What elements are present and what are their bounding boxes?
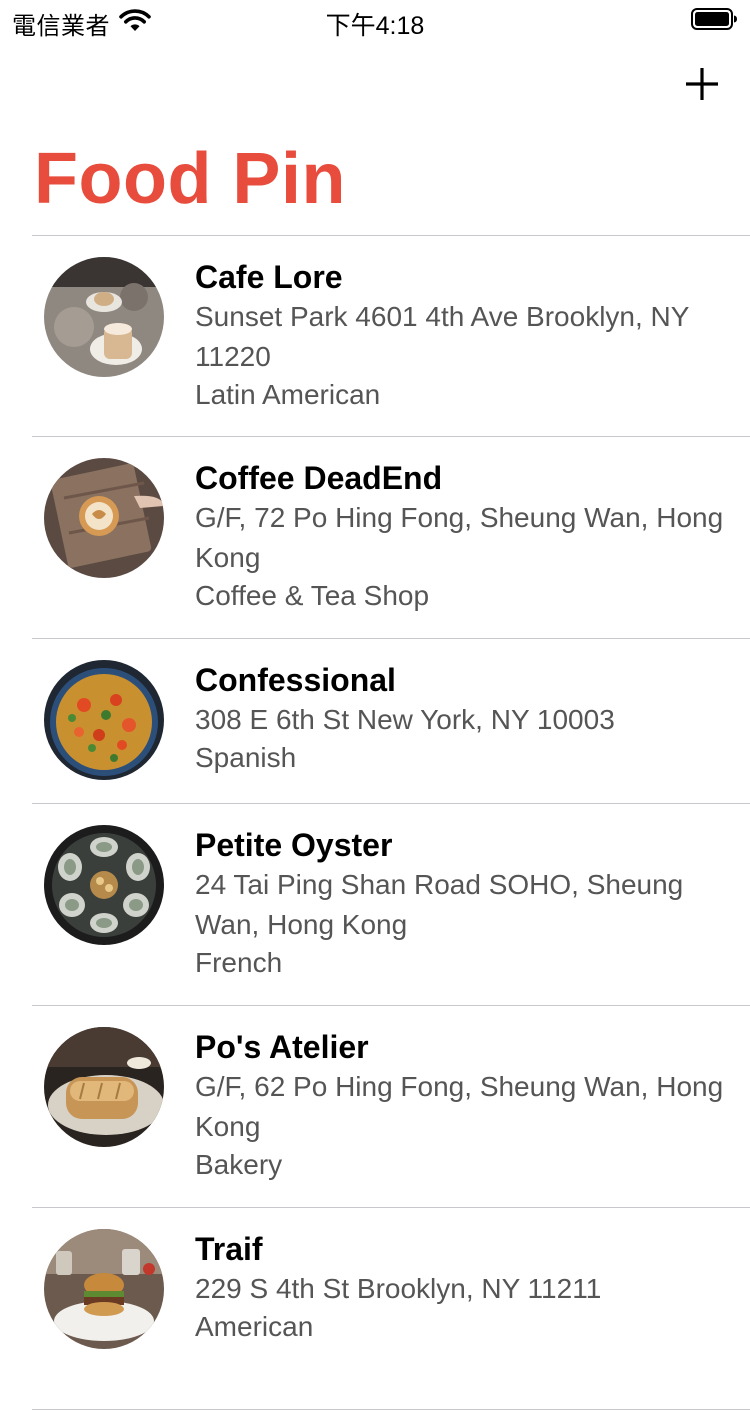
restaurant-location: G/F, 62 Po Hing Fong, Sheung Wan, Hong K… [195,1071,724,1142]
list-item[interactable]: Cafe Lore Sunset Park 4601 4th Ave Brook… [0,236,750,437]
restaurant-thumbnail [44,660,164,780]
restaurant-name: Traif [195,1231,263,1267]
restaurant-location: G/F, 72 Po Hing Fong, Sheung Wan, Hong K… [195,502,724,573]
page-title: Food Pin [34,139,346,219]
restaurant-type: Bakery [195,1149,283,1180]
battery-full-icon [691,8,737,30]
restaurant-name: Confessional [195,662,396,698]
restaurant-name: Po's Atelier [195,1029,369,1065]
restaurant-thumbnail [44,257,164,377]
list-item[interactable]: Petite Oyster 24 Tai Ping Shan Road SOHO… [0,804,750,1006]
plus-icon [686,68,718,100]
restaurant-location: Sunset Park 4601 4th Ave Brooklyn, NY 11… [195,301,689,372]
list-item[interactable]: Po's Atelier G/F, 62 Po Hing Fong, Sheun… [0,1006,750,1208]
restaurant-location: 229 S 4th St Brooklyn, NY 11211 [195,1273,602,1304]
restaurant-thumbnail [44,1027,164,1147]
list-item[interactable]: Coffee DeadEnd G/F, 72 Po Hing Fong, She… [0,437,750,639]
restaurant-thumbnail [44,825,164,945]
restaurant-type: French [195,947,283,978]
restaurant-type: Spanish [195,742,297,773]
restaurant-name: Petite Oyster [195,827,393,863]
restaurant-location: 308 E 6th St New York, NY 10003 [195,704,615,735]
restaurant-type: Coffee & Tea Shop [195,580,430,611]
add-restaurant-button[interactable] [680,62,724,106]
status-bar: 電信業者 下午4:18 [0,0,750,40]
restaurant-name: Cafe Lore [195,259,343,295]
list-item[interactable]: Traif 229 S 4th St Brooklyn, NY 11211 Am… [0,1208,750,1410]
restaurant-location: 24 Tai Ping Shan Road SOHO, Sheung Wan, … [195,869,684,940]
restaurant-type: American [195,1311,314,1342]
status-time: 下午4:18 [325,12,425,40]
restaurant-thumbnail [44,458,164,578]
restaurant-name: Coffee DeadEnd [195,460,443,496]
restaurant-thumbnail [44,1229,164,1349]
restaurant-type: Latin American [195,379,381,410]
list-item[interactable]: Confessional 308 E 6th St New York, NY 1… [0,639,750,804]
restaurant-list[interactable]: Cafe Lore Sunset Park 4601 4th Ave Brook… [0,236,750,1410]
